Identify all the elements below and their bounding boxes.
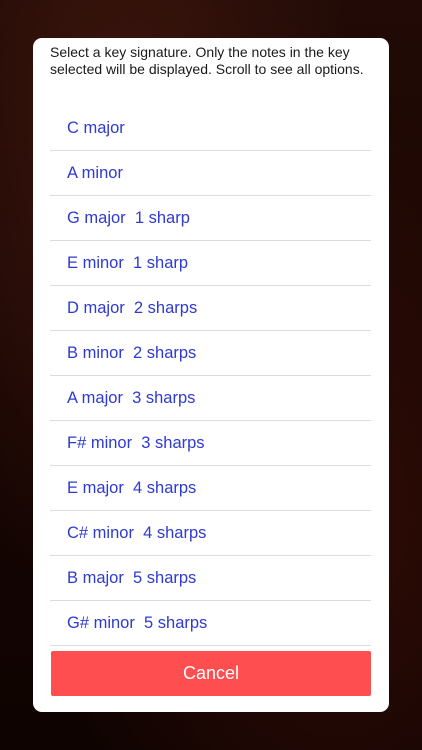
option-b-minor[interactable]: B minor 2 sharps bbox=[50, 331, 371, 376]
dialog-prompt: Select a key signature. Only the notes i… bbox=[50, 44, 364, 77]
option-label: C# minor 4 sharps bbox=[67, 523, 207, 542]
key-signature-dialog: Select a key signature. Only the notes i… bbox=[33, 38, 389, 712]
option-label: G# minor 5 sharps bbox=[67, 613, 208, 632]
option-label: B major 5 sharps bbox=[67, 568, 197, 587]
option-label: A minor bbox=[67, 163, 123, 182]
option-g-sharp-minor[interactable]: G# minor 5 sharps bbox=[50, 601, 371, 646]
option-c-major[interactable]: C major bbox=[50, 106, 371, 151]
option-label: C major bbox=[67, 118, 125, 137]
key-signature-list[interactable]: C major A minor G major 1 sharp E minor … bbox=[50, 106, 371, 646]
option-g-major[interactable]: G major 1 sharp bbox=[50, 196, 371, 241]
option-label: B minor 2 sharps bbox=[67, 343, 197, 362]
option-label: D major 2 sharps bbox=[67, 298, 198, 317]
option-a-minor[interactable]: A minor bbox=[50, 151, 371, 196]
option-label: A major 3 sharps bbox=[67, 388, 196, 407]
cancel-button[interactable]: Cancel bbox=[51, 651, 371, 696]
option-e-major[interactable]: E major 4 sharps bbox=[50, 466, 371, 511]
option-label: G major 1 sharp bbox=[67, 208, 190, 227]
option-c-sharp-minor[interactable]: C# minor 4 sharps bbox=[50, 511, 371, 556]
option-a-major[interactable]: A major 3 sharps bbox=[50, 376, 371, 421]
option-b-major[interactable]: B major 5 sharps bbox=[50, 556, 371, 601]
option-f-sharp-minor[interactable]: F# minor 3 sharps bbox=[50, 421, 371, 466]
option-label: E major 4 sharps bbox=[67, 478, 197, 497]
option-e-minor[interactable]: E minor 1 sharp bbox=[50, 241, 371, 286]
option-d-major[interactable]: D major 2 sharps bbox=[50, 286, 371, 331]
option-label: F# minor 3 sharps bbox=[67, 433, 205, 452]
option-label: E minor 1 sharp bbox=[67, 253, 189, 272]
